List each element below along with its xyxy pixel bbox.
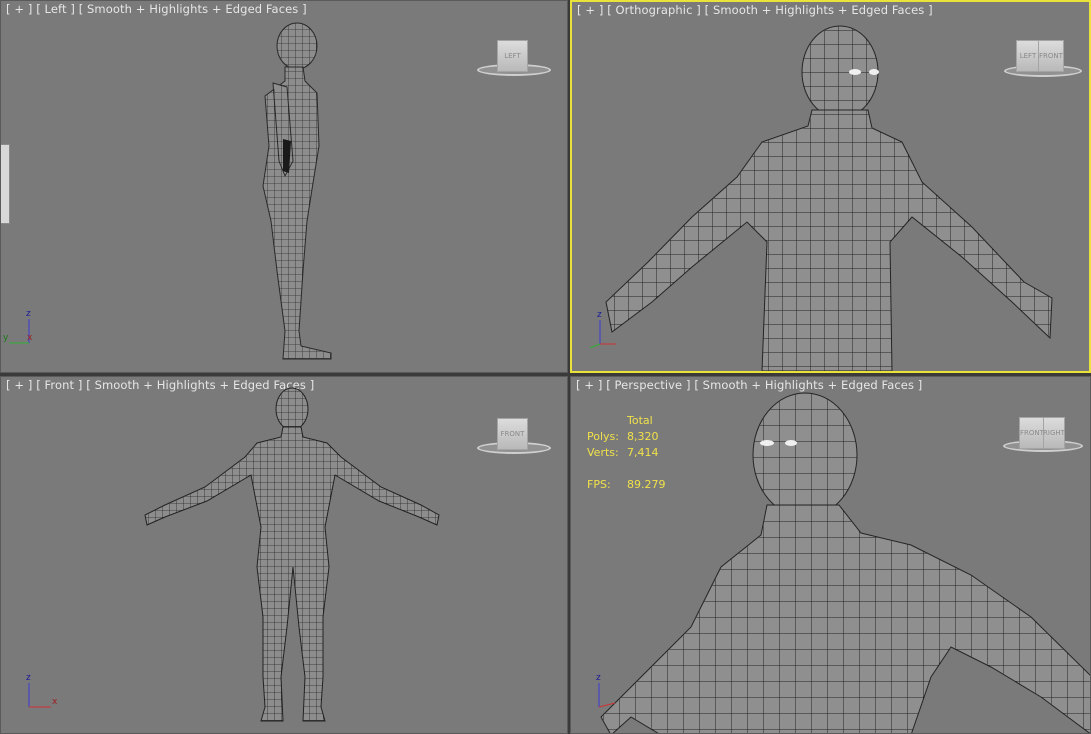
axis-tripod: z [593,673,633,713]
viewport-orthographic[interactable]: [ + ] [ Orthographic ] [ Smooth + Highli… [570,0,1091,373]
axis-tripod: z y x [3,309,43,349]
character-mesh-upper-body [605,25,1053,371]
viewport-left[interactable]: [ + ] [ Left ] [ Smooth + Highlights + E… [0,0,568,373]
character-mesh-side [262,22,332,360]
panel-collapse-tab[interactable] [1,144,10,224]
character-mesh-front [144,387,440,722]
axis-y-label: y [3,333,9,343]
viewport-perspective[interactable]: [ + ] [ Perspective ] [ Smooth + Highlig… [570,376,1091,734]
axis-z-label: z [597,310,602,320]
character-mesh-perspective [600,392,1090,733]
axis-x-label: x [52,697,58,707]
axis-z-label: z [26,673,31,683]
axis-z-label: z [596,673,601,683]
axis-tripod: z [580,310,620,350]
axis-z-label: z [26,309,31,319]
viewport-front[interactable]: [ + ] [ Front ] [ Smooth + Highlights + … [0,376,568,734]
axis-x-label: x [27,333,33,343]
axis-tripod: z x [23,673,63,713]
